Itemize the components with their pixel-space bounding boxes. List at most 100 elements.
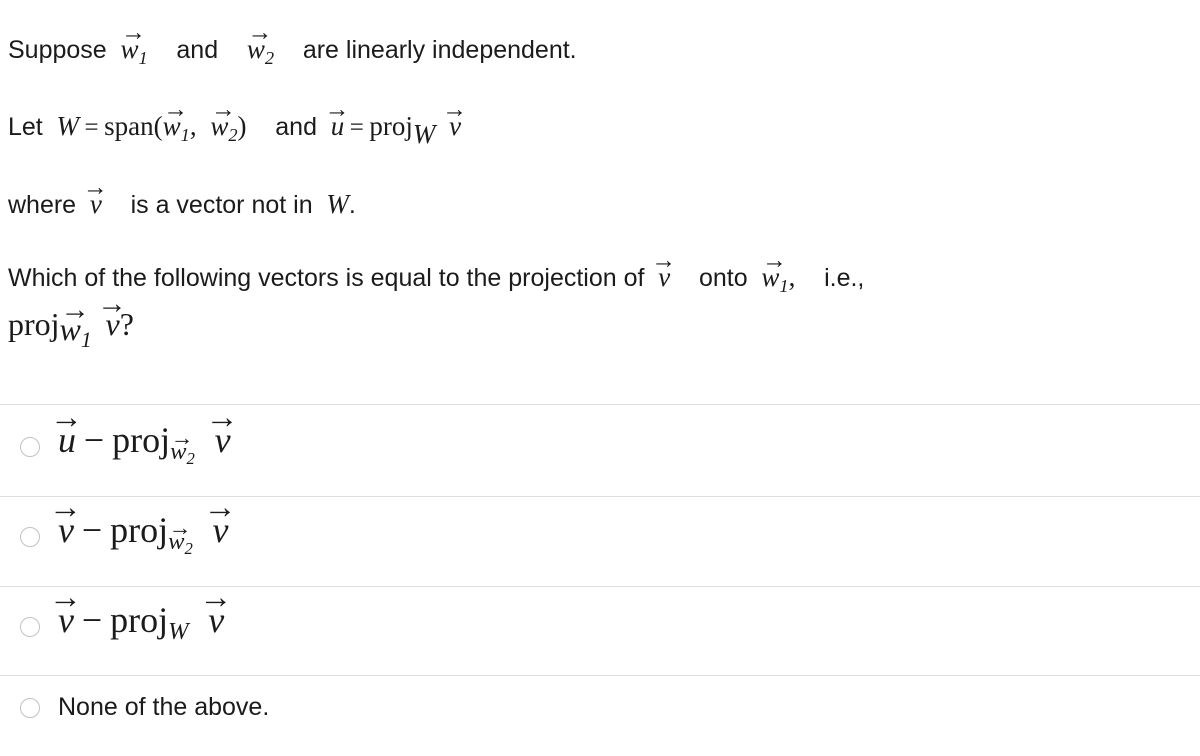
- vector-w1: → w1: [162, 97, 190, 145]
- vector-w1-subscript: 1: [180, 124, 190, 145]
- premise-line-2: Let W = span(→ w1, → w2) and → u = projW → v: [8, 97, 467, 150]
- close-paren: ): [237, 111, 247, 141]
- proj-subscript: → w1: [59, 295, 92, 352]
- proj-subscript: → w2: [168, 517, 193, 559]
- radio-button-option-c[interactable]: [20, 617, 40, 637]
- premise-3-middle: is a vector not in: [130, 191, 313, 219]
- option-c-label: → v − projW → v: [49, 581, 232, 646]
- equals-sign: =: [84, 114, 99, 141]
- vector-w1-subscript: 1: [779, 275, 789, 296]
- proj-operator: proj: [110, 600, 169, 640]
- set-W: W: [326, 189, 349, 219]
- vector-v: → v: [97, 289, 126, 342]
- radio-button-option-a[interactable]: [20, 437, 40, 457]
- question-mark: ?: [119, 306, 134, 342]
- vector-v-base: v: [89, 189, 102, 219]
- option-d-label: None of the above.: [58, 693, 270, 721]
- vector-u-base: u: [58, 420, 76, 460]
- vector-u: → u: [50, 401, 83, 460]
- vector-u: → u: [325, 97, 350, 141]
- vector-w1-base: w: [120, 34, 139, 64]
- vector-v-base: v: [58, 510, 74, 550]
- option-row-a[interactable]: → u − proj → w2 → v: [0, 401, 1200, 496]
- vector-w1-subscript: 1: [138, 47, 148, 68]
- vector-w1-base: w: [59, 311, 81, 348]
- vector-v-base: v: [58, 600, 74, 640]
- vector-v-base: v: [449, 111, 462, 141]
- minus-sign: −: [83, 420, 105, 460]
- vector-w1: → w1: [59, 295, 92, 352]
- vector-w1-base: w: [162, 111, 181, 141]
- vector-w2-base: w: [246, 34, 265, 64]
- vector-v: → v: [49, 491, 82, 550]
- period: .: [348, 191, 356, 219]
- premise-1-after: are linearly independent.: [302, 36, 577, 64]
- proj-operator: proj: [369, 111, 413, 141]
- vector-v-base: v: [212, 510, 229, 550]
- option-divider: [0, 586, 1200, 587]
- set-W: W: [56, 111, 80, 141]
- premise-line-3: where → v is a vector not in W.: [8, 175, 356, 220]
- minus-sign: −: [81, 510, 103, 550]
- premise-1-middle: and: [176, 36, 219, 64]
- minus-sign: −: [81, 600, 103, 640]
- prompt-text-c: i.e.,: [824, 264, 865, 292]
- option-row-b[interactable]: → v − proj → w2 → v: [0, 491, 1200, 586]
- vector-w2: → w2: [246, 20, 275, 68]
- vector-w2-subscript: 2: [186, 449, 195, 469]
- proj-operator: proj: [112, 420, 171, 460]
- premise-2-conjunction: and: [275, 113, 317, 141]
- vector-v-base: v: [105, 306, 120, 342]
- prompt-text-a: Which of the following vectors is equal …: [8, 264, 645, 292]
- vector-w1-base: w: [761, 262, 780, 292]
- vector-v: → v: [651, 248, 676, 292]
- option-b-label: → v − proj → w2 → v: [49, 491, 237, 559]
- vector-v-base: v: [658, 262, 671, 292]
- vector-w1: → w1: [761, 248, 789, 296]
- vector-v-base: v: [208, 600, 225, 640]
- premise-1-before: Suppose: [8, 36, 107, 64]
- prompt-line-1: Which of the following vectors is equal …: [8, 248, 865, 296]
- vector-w2-base: w: [168, 528, 185, 556]
- vector-w2-subscript: 2: [264, 47, 275, 68]
- premise-line-1: Suppose → w1 and → w2 are linearly independent…: [8, 20, 577, 68]
- premise-3-before: where: [8, 191, 77, 219]
- span-operator: span: [104, 111, 154, 141]
- vector-w2: → w2: [210, 97, 238, 145]
- vector-v: → v: [205, 401, 238, 460]
- vector-w1: → w1: [120, 20, 148, 68]
- vector-v: → v: [83, 175, 108, 219]
- vector-v: → v: [203, 491, 236, 550]
- option-divider: [0, 496, 1200, 497]
- vector-v-base: v: [214, 420, 231, 460]
- vector-v: → v: [442, 97, 467, 141]
- option-divider: [0, 675, 1200, 676]
- prompt-text-b: onto: [698, 264, 748, 292]
- open-paren: (: [153, 111, 163, 141]
- proj-subscript-W: W: [168, 618, 189, 646]
- equals-sign: =: [349, 114, 364, 141]
- vector-w1-subscript: 1: [80, 327, 92, 352]
- vector-w2: → w2: [170, 427, 195, 469]
- comma: ,: [189, 111, 197, 141]
- vector-w2: → w2: [168, 517, 193, 559]
- premise-2-before: Let: [8, 113, 43, 141]
- vector-w2-base: w: [210, 111, 229, 141]
- vector-u-base: u: [330, 111, 345, 141]
- radio-button-option-d[interactable]: [20, 698, 40, 718]
- proj-subscript: → w2: [170, 427, 195, 469]
- vector-v: → v: [199, 581, 232, 640]
- option-row-c[interactable]: → v − projW → v: [0, 581, 1200, 675]
- option-a-label: → u − proj → w2 → v: [50, 401, 239, 469]
- option-divider: [0, 404, 1200, 405]
- vector-w2-base: w: [170, 438, 187, 466]
- vector-w2-subscript: 2: [184, 539, 193, 559]
- comma: ,: [788, 262, 796, 292]
- option-row-d[interactable]: None of the above.: [0, 688, 1200, 748]
- radio-button-option-b[interactable]: [20, 527, 40, 547]
- prompt-line-2: proj → w1 → v?: [8, 289, 134, 352]
- proj-operator: proj: [110, 510, 169, 550]
- proj-subscript-W: W: [412, 119, 436, 150]
- vector-v: → v: [49, 581, 82, 640]
- vector-w2-subscript: 2: [228, 124, 238, 145]
